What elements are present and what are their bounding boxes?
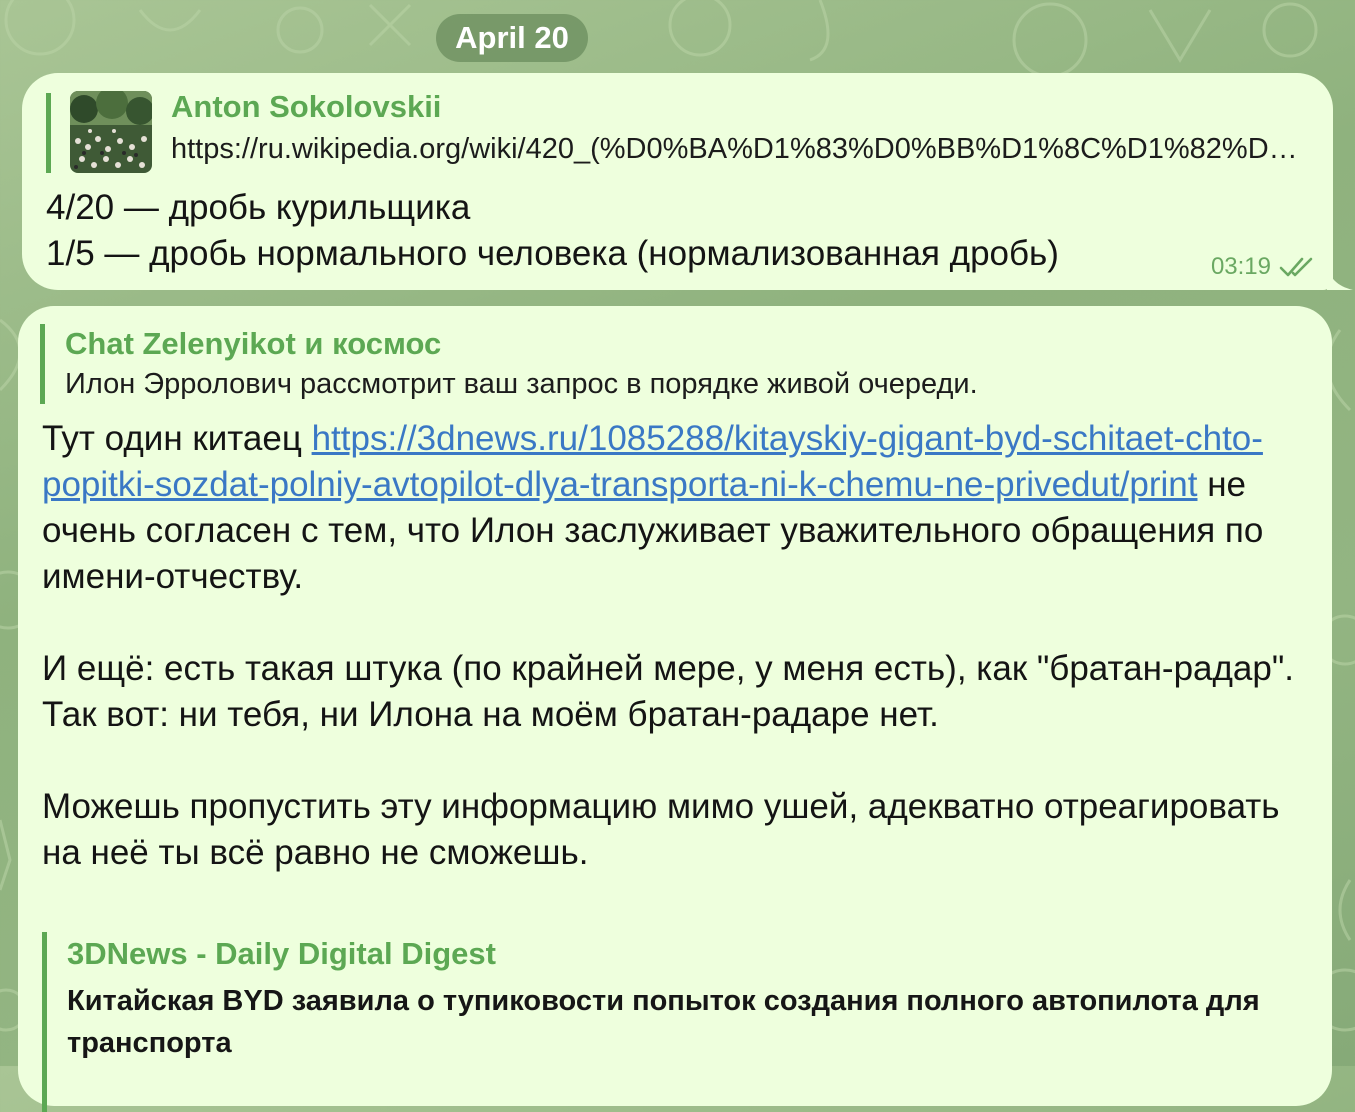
- message-text: 4/20 — дробь курильщика 1/5 — дробь норм…: [46, 188, 1059, 273]
- bubble-tail: [1327, 264, 1353, 290]
- reply-thumbnail: [70, 91, 152, 173]
- reply-text: https://ru.wikipedia.org/wiki/420_(%D0%B…: [171, 133, 1313, 165]
- message-bubble[interactable]: Anton Sokolovskii https://ru.wikipedia.o…: [22, 73, 1353, 290]
- link-preview-title: Китайская BYD заявила о тупиковости попы…: [67, 985, 1260, 1059]
- reply-quote[interactable]: Anton Sokolovskii https://ru.wikipedia.o…: [46, 89, 1321, 173]
- reply-text: Илон Эрролович рассмотрит ваш запрос в п…: [65, 368, 978, 400]
- message-paragraph: Можешь пропустить эту информацию мимо уш…: [42, 787, 1280, 872]
- message-paragraph: Тут один китаец https://3dnews.ru/108528…: [42, 416, 1312, 600]
- date-separator: April 20: [436, 14, 588, 62]
- double-check-icon: [1279, 257, 1313, 277]
- message-bubble[interactable]: Chat Zelenyikot и космос Илон Эрролович …: [18, 306, 1332, 1112]
- reply-quote[interactable]: Chat Zelenyikot и космос Илон Эрролович …: [40, 324, 1160, 404]
- message-meta: 03:19: [1211, 252, 1315, 282]
- paragraph-text: Тут один китаец: [42, 419, 312, 458]
- link-preview[interactable]: 3DNews - Daily Digital Digest Китайская …: [42, 932, 1312, 1112]
- link-preview-site: 3DNews - Daily Digital Digest: [67, 936, 496, 971]
- message-text: Тут один китаец https://3dnews.ru/108528…: [42, 416, 1312, 876]
- message-time: 03:19: [1210, 253, 1271, 280]
- reply-author: Chat Zelenyikot и космос: [65, 326, 442, 361]
- reply-author: Anton Sokolovskii: [171, 89, 442, 124]
- message-paragraph: И ещё: есть такая штука (по крайней мере…: [42, 649, 1295, 734]
